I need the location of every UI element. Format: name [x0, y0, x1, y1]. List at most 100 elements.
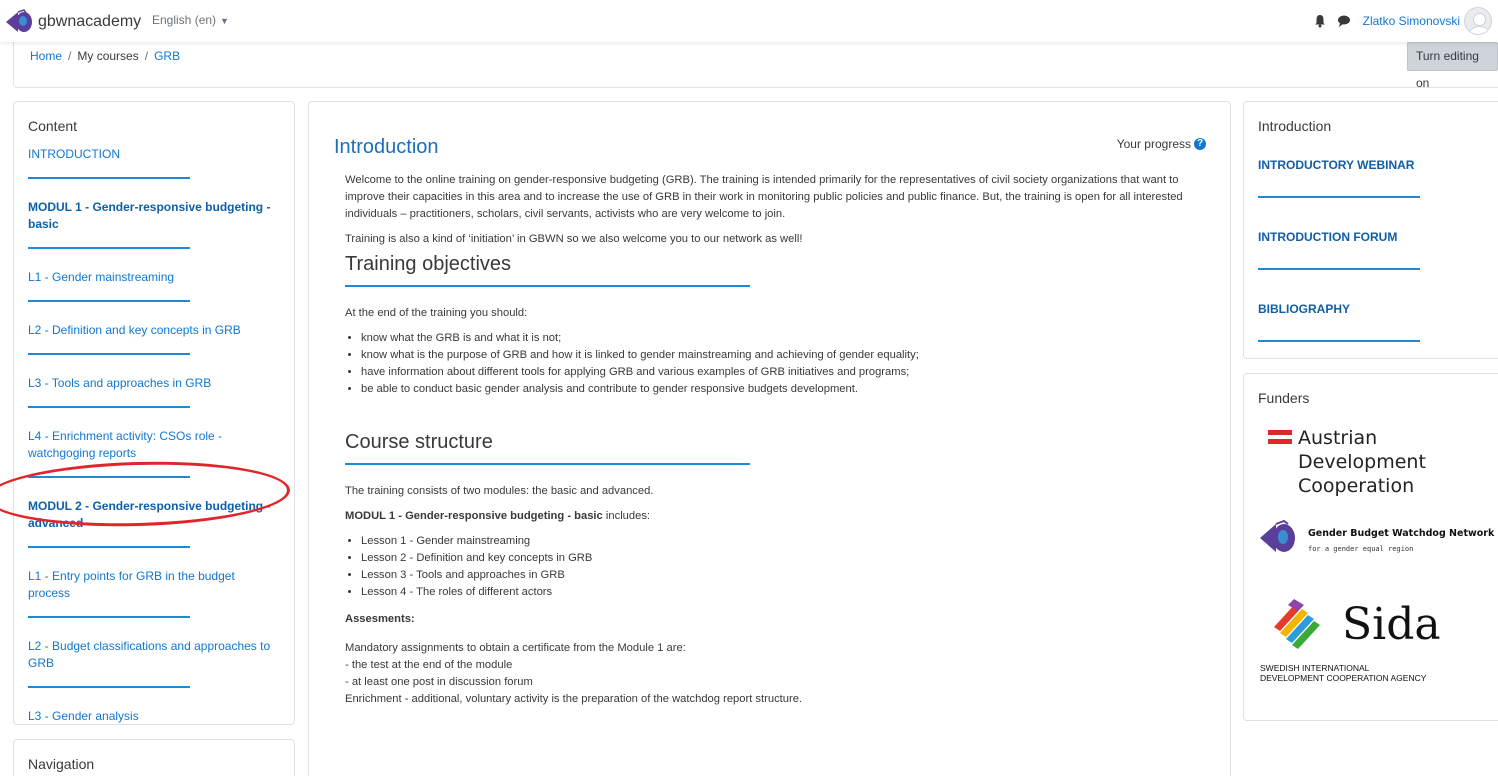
site-brand[interactable]: gbwnacademy — [4, 9, 141, 35]
list-item: Lesson 3 - Tools and approaches in GRB — [361, 567, 1215, 584]
assess-line: - the test at the end of the module — [345, 659, 513, 671]
introductory-webinar-link[interactable]: INTRODUCTORY WEBINAR — [1258, 158, 1498, 172]
gbwn-name: Gender Budget Watchdog Network — [1308, 528, 1495, 539]
link-divider — [1258, 268, 1420, 270]
link-divider — [1258, 196, 1420, 198]
nav-item-divider — [28, 476, 190, 478]
content-nav-item[interactable]: MODUL 1 - Gender-responsive budgeting - … — [28, 199, 280, 233]
content-block-title: Content — [28, 118, 78, 134]
content-nav-item[interactable]: L2 - Definition and key concepts in GRB — [28, 322, 280, 339]
site-name: gbwnacademy — [38, 13, 142, 30]
intro-paragraph: Welcome to the online training on gender… — [345, 174, 1183, 220]
language-label: English (en) — [152, 13, 217, 27]
turn-editing-on-button[interactable]: Turn editing on — [1407, 42, 1498, 90]
intro-paragraph: Training is also a kind of ‘initiation’ … — [345, 233, 803, 245]
assess-line: Enrichment - additional, voluntary activ… — [345, 693, 803, 705]
funders-block-title: Funders — [1258, 390, 1310, 406]
language-menu[interactable]: English (en) ▼ — [152, 13, 229, 27]
section-summary: Welcome to the online training on gender… — [345, 172, 1215, 708]
heading-divider — [345, 463, 750, 465]
breadcrumb-course[interactable]: GRB — [154, 49, 180, 63]
eye-logo-icon — [6, 9, 32, 32]
breadcrumb-separator: / — [144, 49, 149, 63]
user-name-link[interactable]: Zlatko Simonovski — [1363, 14, 1460, 28]
help-icon[interactable]: ? — [1194, 138, 1206, 150]
objectives-heading: Training objectives — [345, 253, 512, 275]
funders-block: Funders Austrian Development Cooperation… — [1243, 373, 1498, 721]
link-divider — [1258, 340, 1420, 342]
chat-icon[interactable] — [1337, 14, 1351, 28]
main-content: Introduction Your progress ? Welcome to … — [308, 101, 1231, 776]
introduction-forum-link[interactable]: INTRODUCTION FORUM — [1258, 230, 1498, 244]
objectives-list: know what the GRB is and what it is not;… — [345, 330, 1215, 398]
assessments-text: Mandatory assignments to obtain a certif… — [345, 640, 1215, 708]
bell-icon[interactable] — [1313, 14, 1327, 28]
nav-item-divider — [28, 247, 190, 249]
assess-line: Mandatory assignments to obtain a certif… — [345, 642, 686, 654]
modul1-rest: includes: — [602, 510, 651, 522]
list-item: know what is the purpose of GRB and how … — [361, 347, 1215, 364]
nav-item-divider — [28, 546, 190, 548]
nav-item-divider — [28, 353, 190, 355]
sida-logo[interactable]: Sida SWEDISH INTERNATIONAL DEVELOPMENT C… — [1258, 577, 1462, 695]
navigation-block: Navigation — [13, 739, 295, 776]
modul1-line: MODUL 1 - Gender-responsive budgeting - … — [345, 508, 1215, 525]
ada-line-1: Austrian — [1298, 427, 1377, 449]
sida-line-2: DEVELOPMENT COOPERATION AGENCY — [1260, 673, 1427, 683]
nav-item-divider — [28, 177, 190, 179]
content-nav-item[interactable]: L1 - Gender mainstreaming — [28, 269, 280, 286]
user-area: Zlatko Simonovski — [1313, 7, 1492, 35]
assess-line: - at least one post in discussion forum — [345, 676, 533, 688]
content-nav-item[interactable]: INTRODUCTION — [28, 146, 280, 163]
progress-label: Your progress — [1116, 137, 1191, 151]
navigation-block-title: Navigation — [28, 756, 95, 772]
content-nav-item[interactable]: L3 - Gender analysis — [28, 708, 280, 725]
objectives-intro: At the end of the training you should: — [345, 307, 528, 319]
sida-wordmark: Sida — [1342, 599, 1441, 650]
content-nav-item[interactable]: L2 - Budget classifications and approach… — [28, 638, 280, 672]
caret-down-icon: ▼ — [220, 16, 229, 26]
list-item: know what the GRB is and what it is not; — [361, 330, 1215, 347]
bibliography-link[interactable]: BIBLIOGRAPHY — [1258, 302, 1498, 316]
gender-budget-watchdog-network-logo[interactable]: Gender Budget Watchdog Network for a gen… — [1258, 514, 1498, 562]
nav-item-divider — [28, 406, 190, 408]
introduction-block-title: Introduction — [1258, 118, 1332, 134]
list-item: have information about different tools f… — [361, 364, 1215, 381]
content-block: Content INTRODUCTION MODUL 1 - Gender-res… — [13, 101, 295, 741]
breadcrumb-home[interactable]: Home — [30, 49, 62, 63]
list-item: Lesson 1 - Gender mainstreaming — [361, 533, 1215, 550]
top-navbar: gbwnacademy English (en) ▼ Zlatko Simonov… — [0, 0, 1498, 42]
assessments-heading: Assesments: — [345, 611, 1215, 628]
nav-item-divider — [28, 616, 190, 618]
ada-flag-icon: Austrian Development Cooperation — [1268, 427, 1426, 497]
lessons-list: Lesson 1 - Gender mainstreaming Lesson 2… — [345, 533, 1215, 601]
list-item: Lesson 4 - The roles of different actors — [361, 584, 1215, 601]
nav-item-divider — [28, 686, 190, 688]
progress-indicator: Your progress ? — [1117, 137, 1206, 151]
page-header: Home / My courses / GRB — [13, 42, 1498, 88]
content-nav-list: INTRODUCTION MODUL 1 - Gender-responsive … — [28, 146, 280, 741]
nav-item-divider — [28, 300, 190, 302]
assessments-heading-text: Assesments: — [345, 613, 415, 625]
content-nav-item[interactable]: L3 - Tools and approaches in GRB — [28, 375, 280, 392]
breadcrumb: Home / My courses / GRB — [30, 49, 180, 63]
breadcrumb-my-courses[interactable]: My courses — [77, 49, 138, 63]
ada-line-3: Cooperation — [1298, 475, 1414, 497]
list-item: Lesson 2 - Definition and key concepts i… — [361, 550, 1215, 567]
section-heading: Introduction — [334, 136, 439, 158]
ada-line-2: Development — [1298, 451, 1426, 473]
heading-divider — [345, 285, 750, 287]
austrian-development-cooperation-logo[interactable]: Austrian Development Cooperation — [1258, 420, 1444, 506]
content-nav-item[interactable]: L4 - Enrichment activity: CSOs role - wa… — [28, 428, 280, 462]
content-nav-item[interactable]: MODUL 2 - Gender-responsive budgeting - … — [28, 498, 280, 532]
list-item: be able to conduct basic gender analysis… — [361, 381, 1215, 398]
structure-intro: The training consists of two modules: th… — [345, 485, 654, 497]
structure-heading: Course structure — [345, 431, 493, 453]
breadcrumb-separator: / — [68, 49, 72, 63]
gbwn-tagline: for a gender equal region — [1308, 545, 1413, 553]
avatar[interactable] — [1464, 7, 1492, 35]
content-nav-item[interactable]: L1 - Entry points for GRB in the budget … — [28, 568, 280, 602]
gbwn-eye-icon: Gender Budget Watchdog Network for a gen… — [1260, 519, 1495, 553]
modul1-title: MODUL 1 - Gender-responsive budgeting - … — [345, 510, 603, 522]
sida-line-1: SWEDISH INTERNATIONAL — [1260, 663, 1370, 673]
